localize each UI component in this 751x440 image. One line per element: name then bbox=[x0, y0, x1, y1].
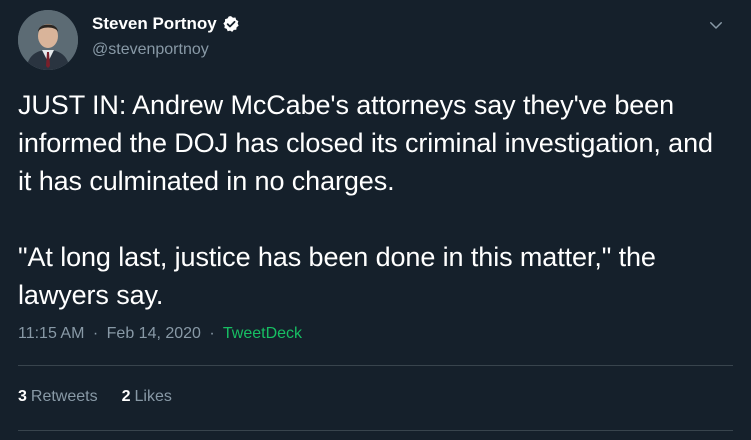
retweets-label: Retweets bbox=[30, 388, 98, 405]
tweet-card: Steven Portnoy @stevenportnoy JUST IN: A… bbox=[0, 0, 751, 440]
divider bbox=[18, 365, 733, 366]
tweet-meta: 11:15 AM · Feb 14, 2020 · TweetDeck bbox=[18, 325, 302, 343]
likes-label: Likes bbox=[134, 388, 172, 405]
display-name[interactable]: Steven Portnoy bbox=[92, 14, 217, 34]
tweet-stats: 3 Retweets 2 Likes bbox=[18, 388, 196, 406]
likes-count: 2 bbox=[121, 388, 131, 405]
tweet-text: JUST IN: Andrew McCabe's attorneys say t… bbox=[18, 90, 713, 310]
retweets-stat[interactable]: 3 Retweets bbox=[18, 388, 98, 406]
divider bbox=[18, 430, 733, 431]
meta-separator: · bbox=[209, 325, 215, 342]
tweet-date[interactable]: Feb 14, 2020 bbox=[107, 325, 201, 342]
tweet-source[interactable]: TweetDeck bbox=[223, 325, 302, 342]
verified-badge-icon bbox=[222, 15, 240, 33]
retweets-count: 3 bbox=[18, 388, 27, 405]
author-handle[interactable]: @stevenportnoy bbox=[92, 41, 209, 59]
tweet-time[interactable]: 11:15 AM bbox=[18, 325, 84, 342]
chevron-down-icon[interactable] bbox=[707, 16, 725, 34]
avatar[interactable] bbox=[18, 10, 78, 70]
likes-stat[interactable]: 2 Likes bbox=[122, 388, 172, 406]
author-name-row[interactable]: Steven Portnoy bbox=[92, 14, 240, 34]
meta-separator: · bbox=[92, 325, 99, 342]
